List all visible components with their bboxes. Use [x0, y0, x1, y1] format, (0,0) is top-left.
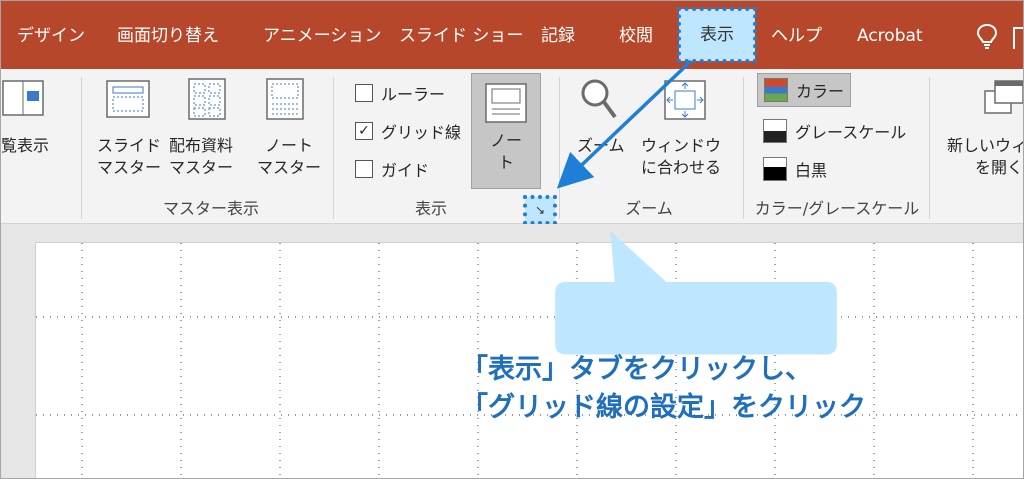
instruction-callout — [555, 231, 837, 355]
callout-text: 「表示」タブをクリックし、 「グリッド線の設定」をクリック — [461, 351, 941, 427]
callout-line1: 「表示」タブをクリックし、 — [461, 354, 812, 385]
callout-line2: 「グリッド線の設定」をクリック — [461, 392, 866, 423]
powerpoint-window: デザイン 画面切り替え アニメーション スライド ショー 記録 校閲 表示 ヘル… — [0, 0, 1024, 479]
